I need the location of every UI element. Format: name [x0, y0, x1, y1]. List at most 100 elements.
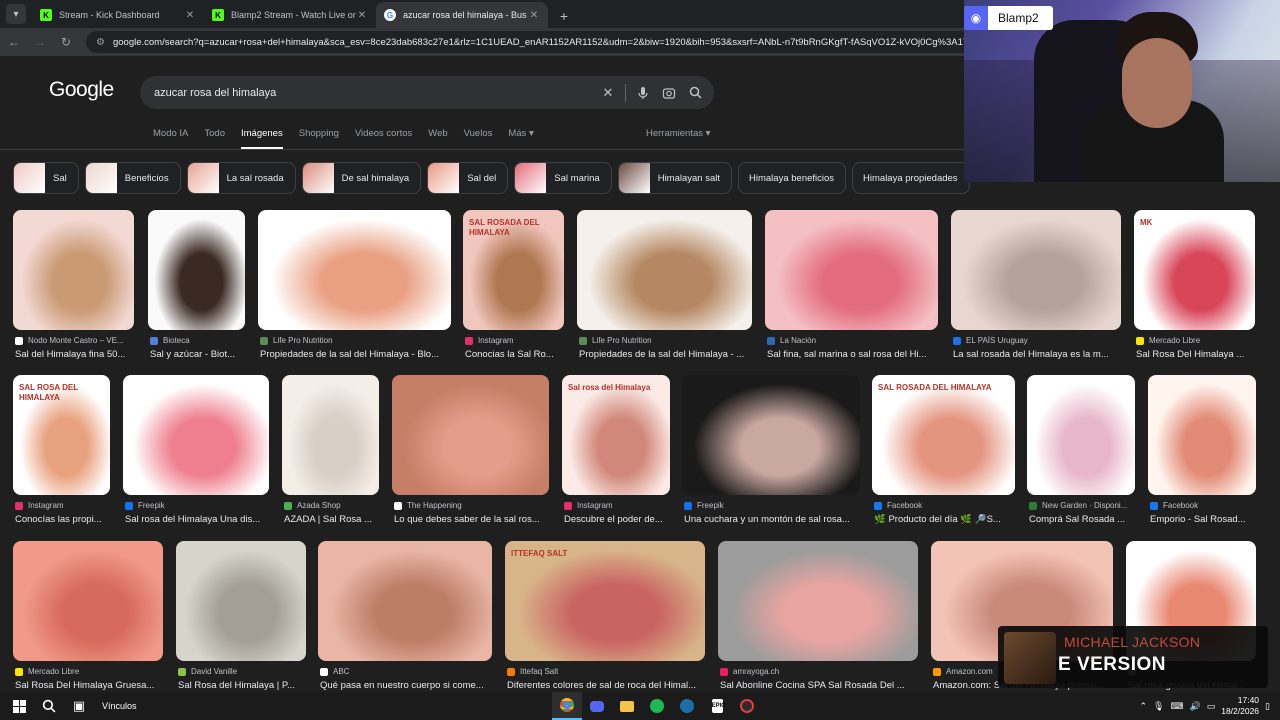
forward-icon[interactable]: →	[28, 30, 52, 54]
refinement-chip[interactable]: De sal himalaya	[301, 162, 422, 194]
steam-icon[interactable]	[672, 692, 702, 720]
google-logo[interactable]: Google	[49, 78, 114, 102]
result-thumbnail[interactable]: Sal rosa del Himalaya	[562, 375, 670, 495]
spotify-icon[interactable]	[642, 692, 672, 720]
result-source[interactable]: EL PAÍS Uruguay	[953, 336, 1028, 345]
search-input[interactable]	[154, 86, 595, 99]
result-caption[interactable]: Lo que debes saber de la sal ros...	[394, 514, 540, 525]
result-source[interactable]: Bioteca	[150, 336, 190, 345]
result-source[interactable]: Ittefaq Salt	[507, 667, 558, 676]
result-thumbnail[interactable]	[176, 541, 306, 661]
result-source[interactable]: Instagram	[465, 336, 514, 345]
refinement-chip[interactable]: Himalaya beneficios	[738, 162, 847, 194]
result-source[interactable]: David Vanille	[178, 667, 237, 676]
result-source[interactable]: Azada Shop	[284, 501, 341, 510]
result-caption[interactable]: Propiedades de la sal del Himalaya - Blo…	[260, 349, 439, 360]
result-caption[interactable]: Sal Rosa Del Himalaya ...	[1136, 349, 1244, 360]
result-caption[interactable]: Conocías las propi...	[15, 514, 102, 525]
windows-start-icon[interactable]	[4, 692, 34, 720]
result-caption[interactable]: Emporio - Sal Rosad...	[1150, 514, 1246, 525]
result-caption[interactable]: Sal rosa del Himalaya Una dis...	[125, 514, 260, 525]
result-thumbnail[interactable]	[577, 210, 752, 330]
refinement-chip[interactable]: La sal rosada	[186, 162, 296, 194]
result-thumbnail[interactable]	[318, 541, 492, 661]
close-tab-icon[interactable]: ✕	[356, 10, 368, 21]
result-caption[interactable]: Sal Rosa del Himalaya | P...	[178, 680, 295, 691]
tab-web[interactable]: Web	[428, 128, 447, 149]
refinement-chip[interactable]: Sal	[13, 162, 79, 194]
result-thumbnail[interactable]	[951, 210, 1121, 330]
chrome-icon[interactable]	[552, 692, 582, 720]
result-source[interactable]: amrayoga.ch	[720, 667, 779, 676]
result-thumbnail[interactable]: SAL ROSADA DEL HIMALAYA	[872, 375, 1015, 495]
result-source[interactable]: Nodo Monte Castro – VE...	[15, 336, 124, 345]
result-caption[interactable]: AZADA | Sal Rosa ...	[284, 514, 372, 525]
folder-icon[interactable]	[612, 692, 642, 720]
epic-games-icon[interactable]: EPIC	[702, 692, 732, 720]
result-thumbnail[interactable]	[392, 375, 549, 495]
close-tab-icon[interactable]: ✕	[528, 10, 540, 21]
lens-icon[interactable]	[656, 80, 682, 106]
result-thumbnail[interactable]	[1148, 375, 1256, 495]
taskbar-search-icon[interactable]	[34, 692, 64, 720]
result-thumbnail[interactable]	[123, 375, 269, 495]
result-thumbnail[interactable]	[1027, 375, 1135, 495]
result-caption[interactable]: Sal Rosa Del Himalaya Gruesa...	[15, 680, 154, 691]
result-source[interactable]: ABC	[320, 667, 349, 676]
browser-tab[interactable]: K Stream - Kick Dashboard ✕	[32, 2, 204, 28]
new-tab-button[interactable]: +	[552, 4, 576, 28]
result-caption[interactable]: Diferentes colores de sal de roca del Hi…	[507, 680, 696, 691]
microphone-icon[interactable]: 🎙	[1153, 701, 1164, 712]
tab-todo[interactable]: Todo	[204, 128, 225, 149]
tools-button[interactable]: Herramientas ▾	[646, 128, 710, 139]
result-caption[interactable]: Una cuchara y un montón de sal rosa...	[684, 514, 850, 525]
refinement-chip[interactable]: Himalaya propiedades	[852, 162, 970, 194]
result-thumbnail[interactable]: ITTEFAQ SALT	[505, 541, 705, 661]
refinement-chip[interactable]: Beneficios	[84, 162, 181, 194]
result-thumbnail[interactable]: SAL ROSADA DEL HIMALAYA	[463, 210, 564, 330]
result-thumbnail[interactable]	[13, 541, 163, 661]
result-caption[interactable]: La sal rosada del Himalaya es la m...	[953, 349, 1109, 360]
tab-modo-ia[interactable]: Modo IA	[153, 128, 188, 149]
result-thumbnail[interactable]: SAL ROSA DEL HIMALAYA	[13, 375, 110, 495]
battery-icon[interactable]: ▭	[1207, 701, 1216, 712]
browser-tab[interactable]: K Blamp2 Stream - Watch Live on ✕	[204, 2, 376, 28]
result-caption[interactable]: Sal del Himalaya fina 50...	[15, 349, 125, 360]
back-icon[interactable]: ←	[2, 30, 26, 54]
site-info-icon[interactable]: ⚙	[96, 37, 105, 48]
result-thumbnail[interactable]	[765, 210, 938, 330]
result-thumbnail[interactable]	[148, 210, 245, 330]
result-thumbnail[interactable]: MK	[1134, 210, 1255, 330]
search-icon[interactable]	[682, 80, 708, 106]
result-source[interactable]: The Happening	[394, 501, 462, 510]
tab-shopping[interactable]: Shopping	[299, 128, 339, 149]
result-source[interactable]: La Nación	[767, 336, 816, 345]
result-source[interactable]: Life Pro Nutrition	[579, 336, 652, 345]
obs-icon[interactable]	[732, 692, 762, 720]
taskbar-links-label[interactable]: Vínculos	[102, 701, 137, 711]
task-view-icon[interactable]: ▣	[64, 692, 94, 720]
reload-icon[interactable]: ↻	[54, 30, 78, 54]
microphone-icon[interactable]	[630, 80, 656, 106]
tab-videos-cortos[interactable]: Videos cortos	[355, 128, 412, 149]
clear-icon[interactable]: ✕	[595, 80, 621, 106]
result-caption[interactable]: Sal y azúcar - Biot...	[150, 349, 235, 360]
result-thumbnail[interactable]	[682, 375, 860, 495]
tab-vuelos[interactable]: Vuelos	[464, 128, 493, 149]
result-thumbnail[interactable]	[13, 210, 134, 330]
result-source[interactable]: Life Pro Nutrition	[260, 336, 333, 345]
result-source[interactable]: Freepik	[125, 501, 165, 510]
result-source[interactable]: Facebook	[874, 501, 922, 510]
refinement-chip[interactable]: Sal del	[427, 162, 509, 194]
result-caption[interactable]: Descubre el poder de...	[564, 514, 663, 525]
chevron-up-icon[interactable]: ⌃	[1140, 701, 1148, 712]
result-source[interactable]: Facebook	[1150, 501, 1198, 510]
result-caption[interactable]: Sal Abonline Cocina SPA Sal Rosada Del .…	[720, 680, 905, 691]
browser-tab-active[interactable]: G azucar rosa del himalaya - Bus ✕	[376, 2, 548, 28]
result-source[interactable]: Instagram	[15, 501, 64, 510]
result-caption[interactable]: Qué pasa en nuestro cuerpo si come...	[320, 680, 484, 691]
result-thumbnail[interactable]	[258, 210, 451, 330]
tab-search-button[interactable]: ▾	[6, 4, 26, 24]
network-icon[interactable]: ⌨	[1170, 701, 1183, 712]
result-thumbnail[interactable]	[282, 375, 379, 495]
